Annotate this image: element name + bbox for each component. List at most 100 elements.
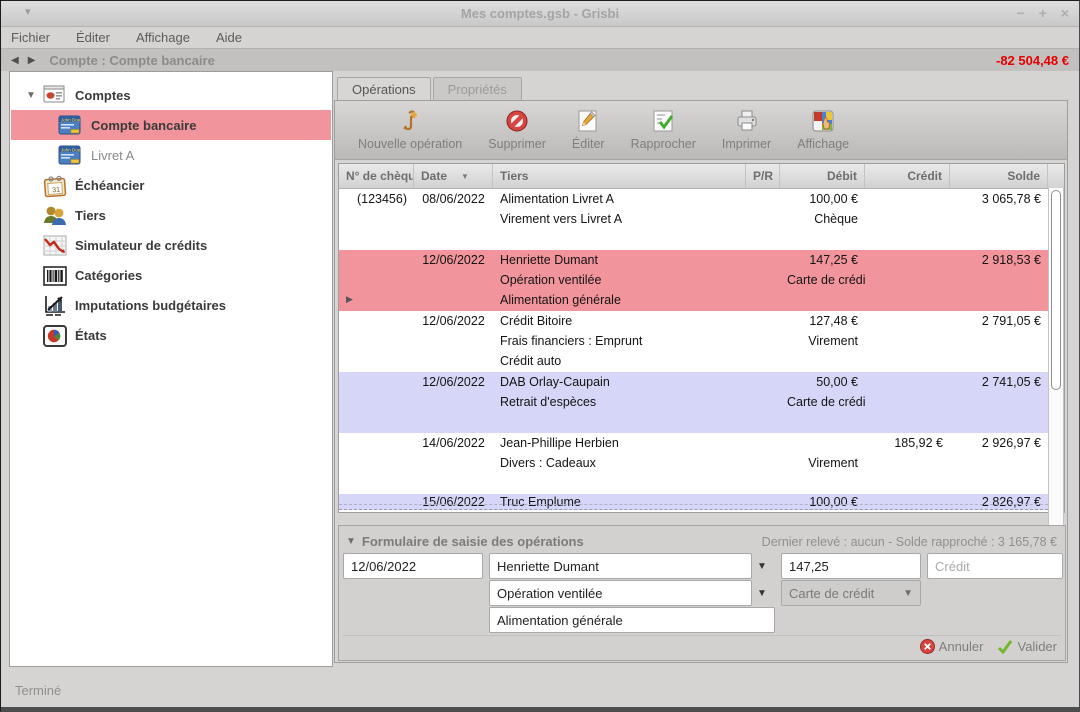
column-header-payee[interactable]: Tiers: [493, 164, 746, 188]
tab-label: Propriétés: [448, 82, 507, 97]
column-header-pr[interactable]: P/R: [746, 164, 780, 188]
cell-method: Virement: [780, 334, 865, 348]
payee-field[interactable]: [489, 553, 752, 579]
print-button[interactable]: Imprimer: [713, 107, 780, 151]
form-divider: [343, 635, 1061, 636]
sidebar-item-bank-account[interactable]: John Doe Compte bancaire: [11, 110, 331, 140]
calendar-icon: 31: [42, 173, 68, 199]
new-operation-button[interactable]: Nouvelle opération: [349, 107, 471, 151]
cell-method: Chèque: [780, 212, 865, 226]
column-label: N° de chèque: [346, 169, 414, 183]
cell-date: 12/06/2022: [414, 375, 493, 389]
sidebar-item-label: Livret A: [91, 148, 134, 163]
menu-edit[interactable]: Éditer: [76, 30, 110, 45]
table-row-partial[interactable]: 15/06/2022 Truc Emplume 100,00 € 2 826,9…: [339, 494, 1048, 510]
svg-text:31: 31: [52, 187, 60, 195]
expander-icon[interactable]: ▼: [26, 90, 36, 101]
validate-button[interactable]: Valider: [997, 639, 1057, 654]
bank-card-icon: John Doe: [58, 143, 81, 167]
cell-balance: 2 918,53 €: [950, 253, 1048, 267]
menu-view[interactable]: Affichage: [136, 30, 190, 45]
scrollbar-thumb[interactable]: [1051, 190, 1061, 390]
cell-category: Virement vers Livret A: [493, 212, 746, 226]
column-label: Date: [421, 169, 447, 183]
display-button[interactable]: Affichage: [788, 107, 858, 151]
category-field[interactable]: [489, 580, 752, 606]
cell-payee: Truc Emplume: [493, 495, 746, 509]
sidebar-item-budget-lines[interactable]: Imputations budgétaires: [11, 290, 331, 320]
column-header-spacer: [1048, 164, 1064, 188]
minimize-button[interactable]: −: [1016, 4, 1024, 22]
column-header-credit[interactable]: Crédit: [865, 164, 950, 188]
subcategory-field[interactable]: [489, 607, 775, 633]
table-row[interactable]: (123456) 08/06/2022 Alimentation Livret …: [339, 189, 1048, 250]
sidebar-item-categories[interactable]: Catégories: [11, 260, 331, 290]
payment-method-select[interactable]: Carte de crédit ▼: [781, 580, 921, 606]
column-header-date[interactable]: Date▼: [414, 164, 493, 188]
operations-panel: Nouvelle opération Supprimer Éditer Rapp…: [334, 100, 1068, 663]
cell-date: 15/06/2022: [414, 495, 493, 509]
sidebar-item-label: Comptes: [75, 88, 131, 103]
budget-chart-icon: [42, 293, 68, 319]
column-label: Tiers: [500, 169, 528, 183]
cell-debit: 147,25 €: [780, 253, 865, 267]
debit-field[interactable]: [781, 553, 921, 579]
tab-operations[interactable]: Opérations: [337, 77, 431, 101]
column-header-debit[interactable]: Débit: [780, 164, 865, 188]
sidebar-item-livret-a[interactable]: John Doe Livret A: [11, 140, 331, 170]
table-row-selected[interactable]: 12/06/2022 Henriette Dumant 147,25 € 2 9…: [339, 250, 1048, 311]
sidebar-item-reports[interactable]: États: [11, 320, 331, 350]
cell-debit: 100,00 €: [780, 495, 865, 509]
maximize-button[interactable]: +: [1039, 4, 1047, 22]
collapse-form-icon[interactable]: ▼: [346, 536, 356, 547]
status-bar: Terminé: [1, 671, 1079, 711]
reconcile-button[interactable]: Rapprocher: [622, 107, 705, 151]
chart-down-icon: [42, 233, 68, 259]
sidebar-item-credit-simulator[interactable]: Simulateur de crédits: [11, 230, 331, 260]
sidebar-item-label: États: [75, 328, 107, 343]
account-header-title: Compte : Compte bancaire: [49, 53, 214, 68]
split-expander-icon[interactable]: ▶: [346, 294, 353, 305]
category-dropdown-icon[interactable]: ▼: [752, 580, 772, 606]
sidebar-item-scheduler[interactable]: 31 Échéancier: [11, 170, 331, 200]
table-row[interactable]: 12/06/2022 DAB Orlay-Caupain 50,00 € 2 7…: [339, 372, 1048, 433]
table-scrollbar[interactable]: [1048, 188, 1064, 537]
pie-report-icon: [42, 323, 68, 349]
sidebar-item-accounts[interactable]: ▼ Comptes: [11, 80, 331, 110]
table-row[interactable]: 14/06/2022 Jean-Phillipe Herbien 185,92 …: [339, 433, 1048, 494]
payee-dropdown-icon[interactable]: ▼: [752, 553, 772, 579]
account-header-bar: ◀ ▶ Compte : Compte bancaire -82 504,48 …: [1, 48, 1079, 71]
column-header-check[interactable]: N° de chèque: [339, 164, 414, 188]
credit-field[interactable]: [927, 553, 1063, 579]
cell-balance: 2 741,05 €: [950, 375, 1048, 389]
cell-balance: 3 065,78 €: [950, 192, 1048, 206]
tab-label: Opérations: [352, 82, 416, 97]
back-icon[interactable]: ◀: [11, 55, 19, 66]
cell-date: 12/06/2022: [414, 314, 493, 328]
sidebar-item-label: Simulateur de crédits: [75, 238, 207, 253]
cell-method: Virement: [780, 456, 865, 470]
toolbar-button-label: Éditer: [572, 137, 605, 151]
cell-check: (123456): [339, 192, 414, 206]
forward-icon[interactable]: ▶: [28, 55, 36, 66]
cancel-button[interactable]: Annuler: [920, 639, 984, 654]
column-label: P/R: [753, 169, 773, 183]
edit-button[interactable]: Éditer: [563, 107, 614, 151]
cell-method: Carte de crédit: [780, 273, 865, 287]
cell-date: 14/06/2022: [414, 436, 493, 450]
cancel-label: Annuler: [939, 639, 984, 654]
window-menu-icon[interactable]: ▾: [25, 5, 31, 18]
date-field[interactable]: [343, 553, 483, 579]
delete-button[interactable]: Supprimer: [479, 107, 555, 151]
cell-split-note: Alimentation générale: [493, 293, 746, 307]
column-label: Solde: [1007, 169, 1040, 183]
sidebar-item-payees[interactable]: Tiers: [11, 200, 331, 230]
cell-date: 08/06/2022: [414, 192, 493, 206]
table-row[interactable]: 12/06/2022 Crédit Bitoire 127,48 € 2 791…: [339, 311, 1048, 372]
navigation-sidebar: ▼ Comptes John Doe Compte bancaire John …: [9, 71, 333, 667]
menu-file[interactable]: Fichier: [11, 30, 50, 45]
tab-properties[interactable]: Propriétés: [433, 77, 522, 101]
close-button[interactable]: ×: [1061, 4, 1069, 22]
column-header-balance[interactable]: Solde: [950, 164, 1048, 188]
menu-help[interactable]: Aide: [216, 30, 242, 45]
